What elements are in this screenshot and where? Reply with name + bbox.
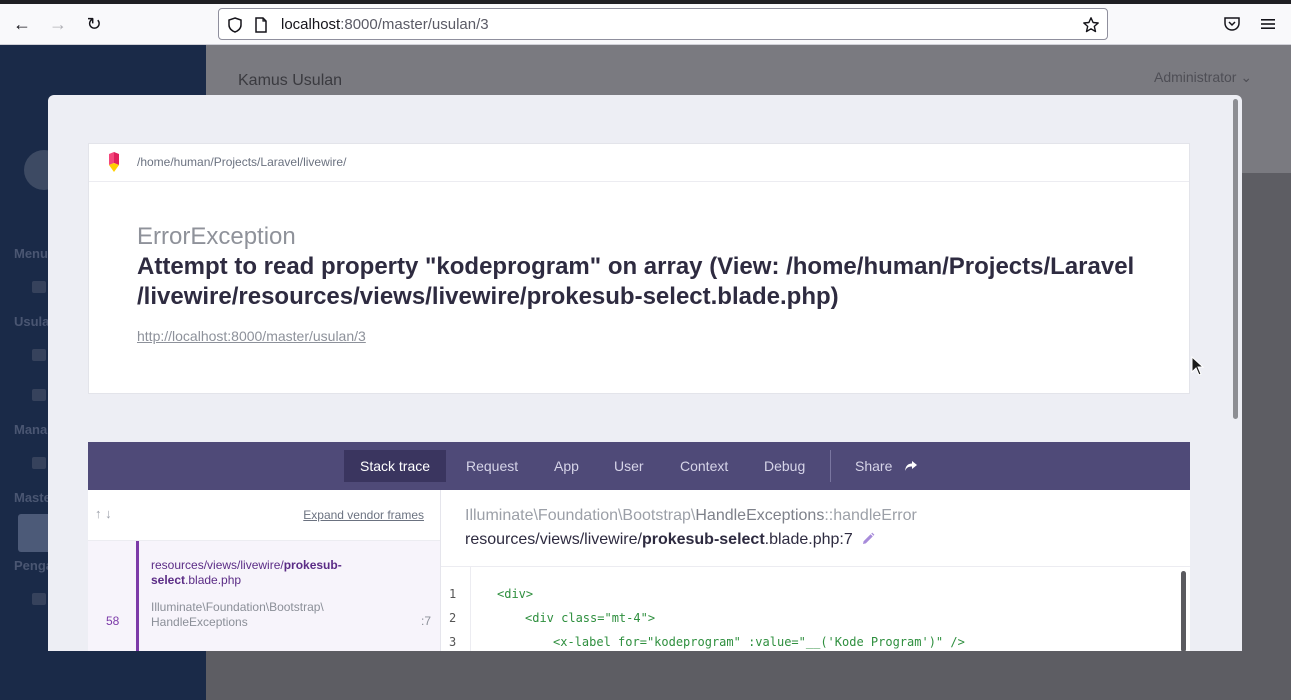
code-attr: class= (561, 611, 605, 625)
url-text: localhost:8000/master/usulan/3 (281, 16, 489, 33)
arrow-up-icon[interactable]: ↑ (95, 506, 102, 521)
code-snippet: 1 2 3 <div> <div class="mt-4"> <x-label … (441, 566, 1190, 651)
detail-file-suffix: .blade.php:7 (764, 531, 853, 548)
line-number: 3 (449, 635, 457, 649)
bookmark-star-icon[interactable] (1082, 16, 1100, 34)
sidebar-section-manajemen: Mana (14, 422, 48, 437)
detail-file-prefix: resources/views/livewire/ (465, 531, 642, 548)
frame-number: 58 (106, 614, 120, 628)
tab-request[interactable]: Request (450, 450, 534, 482)
frame-class: Illuminate\Foundation\Bootstrap\ HandleEx… (151, 600, 324, 630)
ignition-logo-icon (109, 152, 119, 172)
browser-toolbar: ← → ↻ localhost:8000/master/usulan/3 (0, 4, 1291, 45)
forward-icon[interactable]: → (46, 12, 70, 36)
modal-scrollbar[interactable] (1233, 99, 1238, 419)
page-info-icon[interactable] (252, 16, 270, 34)
url-path: :8000/master/usulan/3 (340, 16, 489, 33)
code-gutter: 1 2 3 (441, 567, 471, 651)
frame-nav: ↑ ↓ (95, 506, 112, 521)
error-modal: /home/human/Projects/Laravel/livewire/ E… (48, 95, 1242, 651)
mouse-cursor-icon (1191, 356, 1205, 376)
frame-line-number: :7 (421, 614, 432, 628)
user-menu-label: Administrator (1154, 69, 1237, 85)
hamburger-menu-icon[interactable] (1258, 14, 1278, 34)
tab-stack-trace[interactable]: Stack trace (344, 450, 447, 482)
error-card-header: /home/human/Projects/Laravel/livewire/ (89, 144, 1189, 182)
sidebar-section-menu: Menu (14, 246, 48, 261)
frame-file-suffix: .blade.php (185, 573, 242, 587)
frame-file-prefix: resources/views/livewire/ (151, 558, 284, 572)
code-tag: <div (525, 611, 562, 625)
url-bar[interactable]: localhost:8000/master/usulan/3 (218, 8, 1108, 40)
tab-app[interactable]: App (538, 450, 595, 482)
tab-separator (830, 450, 831, 482)
code-line-1: <div> (497, 587, 534, 601)
sidebar-section-usulan: Usula (14, 314, 50, 329)
pencil-edit-icon[interactable] (861, 532, 875, 546)
url-host: localhost (281, 16, 341, 33)
page-title: Kamus Usulan (238, 72, 343, 89)
tab-debug[interactable]: Debug (748, 450, 821, 482)
code-tag-end: /> (943, 635, 965, 649)
sidebar-section-master: Maste (14, 490, 51, 505)
line-number: 1 (449, 587, 457, 601)
frame-item[interactable]: resources/views/livewire/prokesub-select… (88, 541, 440, 651)
detail-file-bold: prokesub-select (641, 531, 765, 548)
code-tag: <x-label (553, 635, 619, 649)
frame-detail: Illuminate\Foundation\Bootstrap\HandleEx… (441, 490, 1190, 651)
chevron-down-icon: ⌄ (1240, 69, 1253, 85)
exception-message: Attempt to read property "kodeprogram" o… (137, 253, 1135, 310)
detail-class-name: HandleExceptions (695, 507, 825, 524)
sidebar-item-icon (32, 457, 46, 469)
code-string: "__('Kode Program')" (798, 635, 944, 649)
sidebar-item-icon (32, 593, 46, 605)
code-string: "kodeprogram" (646, 635, 741, 649)
shield-icon[interactable] (226, 16, 244, 34)
sidebar-item-icon (32, 281, 46, 293)
tab-bar: Stack trace Request App User Context Deb… (88, 442, 1190, 490)
line-number: 2 (449, 611, 457, 625)
error-summary-card: /home/human/Projects/Laravel/livewire/ E… (88, 143, 1190, 394)
arrow-down-icon[interactable]: ↓ (105, 506, 112, 521)
exception-class: ErrorException (137, 223, 296, 250)
code-tag-end: > (647, 611, 656, 625)
code-line-3: <x-label for="kodeprogram" :value="__('K… (553, 635, 965, 649)
detail-class: Illuminate\Foundation\Bootstrap\HandleEx… (465, 507, 917, 525)
sidebar-item-icon (32, 349, 46, 361)
detail-method: ::handleError (824, 507, 917, 524)
code-string: "mt-4" (604, 611, 648, 625)
frames-list: ↑ ↓ Expand vendor frames resources/views… (88, 490, 441, 651)
frame-class-line2: HandleExceptions (151, 615, 248, 629)
frame-selected-indicator (136, 541, 139, 651)
code-attr: for= (618, 635, 647, 649)
sidebar-item-icon (32, 389, 46, 401)
expand-vendor-frames-button[interactable]: Expand vendor frames (303, 508, 424, 522)
tab-user[interactable]: User (598, 450, 660, 482)
code-scrollbar[interactable] (1181, 571, 1186, 651)
pocket-icon[interactable] (1222, 14, 1242, 34)
code-attr: :value= (740, 635, 799, 649)
app-path: /home/human/Projects/Laravel/livewire/ (137, 155, 347, 169)
code-line-2: <div class="mt-4"> (525, 611, 655, 625)
frames-header: ↑ ↓ Expand vendor frames (88, 490, 440, 541)
frame-class-line1: Illuminate\Foundation\Bootstrap\ (151, 600, 324, 614)
stack-trace-panel: ↑ ↓ Expand vendor frames resources/views… (88, 490, 1190, 651)
tab-share[interactable]: Share (839, 450, 934, 482)
user-menu: Administrator ⌄ (1154, 69, 1252, 86)
back-icon[interactable]: ← (10, 12, 34, 36)
tab-share-label: Share (855, 458, 893, 474)
reload-icon[interactable]: ↻ (82, 12, 106, 36)
detail-file: resources/views/livewire/prokesub-select… (465, 531, 853, 549)
frame-file: resources/views/livewire/prokesub-select… (151, 558, 371, 588)
detail-namespace: Illuminate\Foundation\Bootstrap\ (465, 507, 696, 524)
request-url-link[interactable]: http://localhost:8000/master/usulan/3 (137, 328, 366, 344)
share-arrow-icon (905, 461, 918, 471)
tab-context[interactable]: Context (664, 450, 744, 482)
